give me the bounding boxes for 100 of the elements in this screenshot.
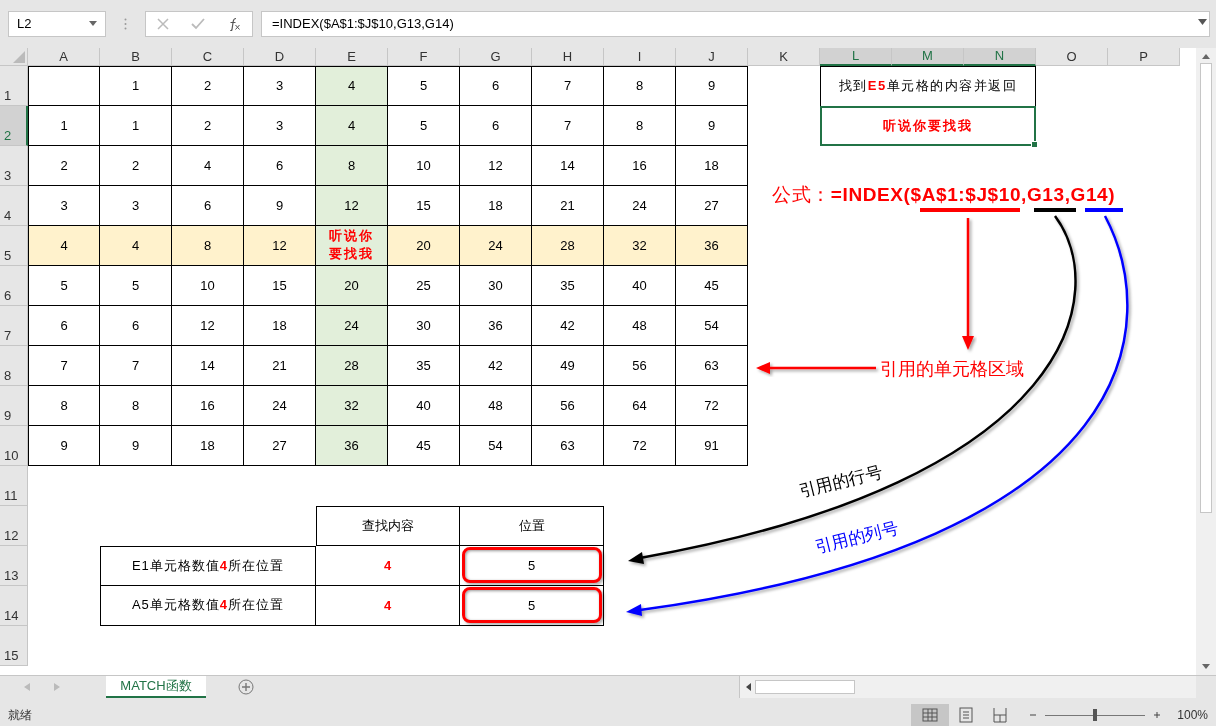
zoom-in-icon[interactable] bbox=[1153, 711, 1162, 719]
column-header[interactable]: L bbox=[820, 47, 892, 66]
add-sheet-icon[interactable] bbox=[238, 679, 254, 695]
table-cell: 8 bbox=[100, 385, 172, 426]
table-cell: 8 bbox=[604, 65, 676, 106]
table-cell: 9 bbox=[676, 65, 748, 106]
select-all-icon[interactable] bbox=[13, 50, 25, 63]
column-header[interactable]: H bbox=[532, 47, 604, 66]
row-header[interactable]: 9 bbox=[0, 385, 28, 426]
table-cell: 7 bbox=[100, 345, 172, 386]
row-header[interactable]: 12 bbox=[0, 505, 28, 546]
table-cell: 36 bbox=[316, 425, 388, 466]
row-header[interactable]: 15 bbox=[0, 625, 28, 666]
table-cell: 36 bbox=[460, 305, 532, 346]
row-header[interactable]: 7 bbox=[0, 305, 28, 346]
table-cell: 3 bbox=[244, 105, 316, 146]
row-header[interactable]: 14 bbox=[0, 585, 28, 626]
grid-view-icon[interactable] bbox=[911, 704, 950, 726]
table-cell: 6 bbox=[28, 305, 100, 346]
row-header[interactable]: 6 bbox=[0, 265, 28, 306]
expand-icon[interactable] bbox=[1198, 19, 1207, 25]
row-header[interactable]: 2 bbox=[0, 105, 28, 146]
row-header[interactable]: 8 bbox=[0, 345, 28, 386]
scroll-left-icon[interactable] bbox=[746, 683, 751, 691]
column-header[interactable]: I bbox=[604, 47, 676, 66]
row-header[interactable]: 10 bbox=[0, 425, 28, 466]
table-cell: 9 bbox=[244, 185, 316, 226]
table-cell: 28 bbox=[316, 345, 388, 386]
row-header[interactable]: 1 bbox=[0, 65, 28, 106]
underline bbox=[1034, 208, 1076, 212]
column-header[interactable]: B bbox=[100, 47, 172, 66]
row-header[interactable]: 4 bbox=[0, 185, 28, 226]
row-header[interactable]: 3 bbox=[0, 145, 28, 186]
scroll-up-icon[interactable] bbox=[1202, 53, 1210, 59]
table-cell: A5单元格数值4所在位置 bbox=[131, 596, 285, 615]
function-icon[interactable] bbox=[227, 16, 241, 31]
selected-cell[interactable]: 听说你要找我 bbox=[820, 105, 1036, 146]
table-cell: 7 bbox=[532, 105, 604, 146]
dropdown-icon[interactable] bbox=[89, 21, 97, 27]
row-header[interactable]: 5 bbox=[0, 225, 28, 266]
column-header[interactable]: K bbox=[748, 47, 820, 66]
table-cell: 8 bbox=[604, 105, 676, 146]
table-cell: 14 bbox=[172, 345, 244, 386]
row-header[interactable]: 13 bbox=[0, 545, 28, 586]
table-cell: 14 bbox=[532, 145, 604, 186]
column-header[interactable]: P bbox=[1108, 47, 1180, 66]
table-cell: 72 bbox=[676, 385, 748, 426]
table-cell: 30 bbox=[460, 265, 532, 306]
slider-thumb[interactable] bbox=[1093, 709, 1098, 721]
table-cell: 18 bbox=[244, 305, 316, 346]
column-header[interactable]: D bbox=[244, 47, 316, 66]
column-header[interactable]: N bbox=[964, 47, 1036, 66]
table-cell: 6 bbox=[244, 145, 316, 186]
cancel-icon[interactable] bbox=[157, 17, 169, 30]
table-cell: 35 bbox=[388, 345, 460, 386]
previous-sheet-icon[interactable] bbox=[24, 683, 30, 691]
table-cell: 18 bbox=[460, 185, 532, 226]
row-header[interactable]: 11 bbox=[0, 465, 28, 506]
check-icon[interactable] bbox=[191, 17, 205, 30]
table-cell: 4 bbox=[28, 225, 100, 266]
table-cell: 24 bbox=[316, 305, 388, 346]
column-header[interactable]: O bbox=[1036, 47, 1108, 66]
formula-field[interactable]: =INDEX($A$1:$J$10,G13,G14) bbox=[261, 10, 1210, 37]
table-cell: 6 bbox=[460, 105, 532, 146]
column-header[interactable]: C bbox=[172, 47, 244, 66]
table-cell: 15 bbox=[244, 265, 316, 306]
table-cell: 21 bbox=[244, 345, 316, 386]
table-cell: 2 bbox=[172, 105, 244, 146]
table-cell: 2 bbox=[100, 145, 172, 186]
table-cell: 63 bbox=[676, 345, 748, 386]
column-header[interactable]: G bbox=[460, 47, 532, 66]
column-header[interactable]: J bbox=[676, 47, 748, 66]
sheet-tab[interactable]: MATCH函数 bbox=[106, 676, 206, 698]
column-header[interactable]: E bbox=[316, 47, 388, 66]
table-cell: 10 bbox=[172, 265, 244, 306]
table-cell: E1单元格数值4所在位置 bbox=[131, 556, 285, 575]
table-cell: 64 bbox=[604, 385, 676, 426]
table-cell: 5 bbox=[461, 547, 602, 584]
table-cell: 48 bbox=[460, 385, 532, 426]
table-cell: 91 bbox=[676, 425, 748, 466]
name-box[interactable]: L2 bbox=[8, 10, 106, 37]
table-cell: 27 bbox=[244, 425, 316, 466]
header-cell: 查找内容 bbox=[362, 516, 414, 535]
next-sheet-icon[interactable] bbox=[54, 683, 60, 691]
column-header[interactable]: F bbox=[388, 47, 460, 66]
table-cell: 56 bbox=[604, 345, 676, 386]
table-cell: 1 bbox=[28, 105, 100, 146]
drag-handle-icon[interactable] bbox=[124, 17, 127, 30]
scrollbar-thumb[interactable] bbox=[755, 680, 855, 694]
zoom-out-icon[interactable] bbox=[1029, 711, 1038, 719]
scrollbar-thumb[interactable] bbox=[1200, 62, 1212, 513]
column-header[interactable]: M bbox=[892, 47, 964, 66]
column-header[interactable]: A bbox=[28, 47, 100, 66]
table-cell: 35 bbox=[532, 265, 604, 306]
table-cell: 63 bbox=[532, 425, 604, 466]
table-cell: 12 bbox=[460, 145, 532, 186]
table-cell: 6 bbox=[100, 305, 172, 346]
scroll-down-icon[interactable] bbox=[1202, 664, 1210, 670]
table-cell: 9 bbox=[28, 425, 100, 466]
table-cell: 3 bbox=[100, 185, 172, 226]
